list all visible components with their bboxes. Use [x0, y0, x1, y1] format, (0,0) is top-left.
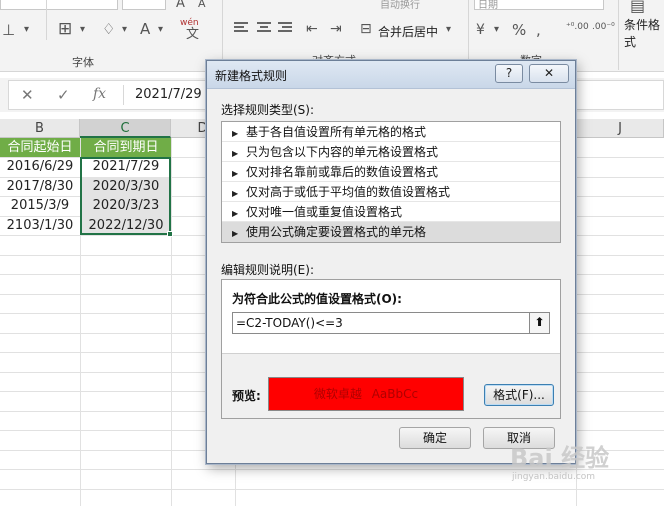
column-header-j[interactable]: J [576, 119, 664, 138]
format-button[interactable]: 格式(F)... [484, 384, 554, 406]
percent-icon[interactable]: % [512, 20, 526, 40]
preview-text-en: AaBbCc [371, 387, 419, 401]
align-center-icon[interactable] [256, 22, 272, 36]
number-format-value: 日期 [478, 0, 498, 11]
rule-type-text: 仅对排名靠前或靠后的数值设置格式 [246, 165, 439, 179]
edit-rule-panel: 为符合此公式的值设置格式(O): =C2-TODAY()<=3 ⬆ 预览: 微软… [221, 279, 561, 419]
watermark-logo: Bai 经验 [510, 444, 610, 472]
ok-button[interactable]: 确定 [399, 427, 471, 449]
rule-type-text: 基于各自值设置所有单元格的格式 [246, 125, 427, 139]
preview-text-cn: 微软卓越 [313, 387, 362, 401]
comma-icon[interactable]: , [536, 20, 541, 40]
edit-description-label: 编辑规则说明(E): [221, 263, 314, 277]
conditional-format-button[interactable]: 条件格式 [624, 16, 664, 50]
border-icon[interactable]: ⊞ [58, 19, 72, 39]
cell-start-date[interactable]: 2016/6/29 [0, 157, 80, 177]
rule-formula-input[interactable]: =C2-TODAY()<=3 ⬆ [232, 312, 550, 334]
format-preview: 微软卓越 AaBbCc [268, 377, 464, 411]
font-color-icon[interactable]: A [140, 19, 150, 39]
cell-end-date[interactable]: 2020/3/30 [81, 177, 171, 197]
rule-type-text: 仅对唯一值或重复值设置格式 [246, 205, 403, 219]
cell-end-date[interactable]: 2021/7/29 [81, 157, 171, 177]
shrink-font-icon[interactable]: A [198, 0, 206, 14]
column-header-c[interactable]: C [80, 119, 171, 138]
arrow-right-icon: ▶ [232, 149, 239, 158]
rule-type-list[interactable]: ▶ 基于各自值设置所有单元格的格式 ▶ 只为包含以下内容的单元格设置格式 ▶ 仅对排名… [221, 121, 561, 243]
currency-icon[interactable]: ¥ [476, 20, 485, 40]
merge-icon[interactable]: ⊟ [360, 19, 372, 39]
dialog-title: 新建格式规则 [215, 69, 288, 83]
decrease-indent-icon[interactable]: ⇤ [306, 19, 318, 39]
header-cell-end-date[interactable]: 合同到期日 [81, 138, 171, 157]
underline-dropdown-icon[interactable]: ▾ [24, 20, 29, 40]
increase-indent-icon[interactable]: ⇥ [330, 19, 342, 39]
increase-decimal-icon[interactable]: ⁺⁰.00 [566, 22, 589, 32]
currency-dropdown-icon[interactable]: ▾ [494, 20, 499, 40]
rule-type-text: 使用公式确定要设置格式的单元格 [246, 225, 427, 239]
font-name-dropdown[interactable] [0, 0, 118, 10]
rule-type-item[interactable]: ▶ 基于各自值设置所有单元格的格式 [222, 122, 560, 142]
header-cell-start-date[interactable]: 合同起始日 [0, 138, 80, 157]
close-button[interactable]: ✕ [529, 64, 569, 83]
rule-type-text: 只为包含以下内容的单元格设置格式 [246, 145, 439, 159]
dialog-titlebar[interactable]: 新建格式规则 ? ✕ [207, 61, 575, 89]
rule-type-item[interactable]: ▶ 仅对高于或低于平均值的数值设置格式 [222, 182, 560, 202]
watermark-url: jingyan.baidu.com [512, 472, 596, 482]
column-header-b[interactable]: B [0, 119, 80, 138]
merge-dropdown-icon[interactable]: ▾ [446, 20, 451, 40]
border-dropdown-icon[interactable]: ▾ [80, 20, 85, 40]
align-right-icon[interactable] [278, 22, 294, 36]
rule-type-label: 选择规则类型(S): [221, 103, 315, 117]
rule-type-text: 仅对高于或低于平均值的数值设置格式 [246, 185, 451, 199]
cell-start-date[interactable]: 2103/1/30 [0, 216, 80, 236]
phonetic-char-icon: 文 [186, 27, 200, 42]
fill-color-icon[interactable]: ♢ [102, 19, 115, 39]
arrow-right-icon: ▶ [232, 209, 239, 218]
preview-label: 预览: [232, 389, 261, 403]
arrow-right-icon: ▶ [232, 229, 239, 238]
cell-end-date[interactable]: 2022/12/30 [81, 216, 171, 236]
arrow-right-icon: ▶ [232, 129, 239, 138]
arrow-right-icon: ▶ [232, 169, 239, 178]
formula-prompt: 为符合此公式的值设置格式(O): [232, 292, 402, 306]
cell-start-date[interactable]: 2017/8/30 [0, 177, 80, 197]
rule-type-item-selected[interactable]: ▶ 使用公式确定要设置格式的单元格 [222, 222, 560, 242]
cancel-icon[interactable]: ✕ [21, 86, 34, 104]
collapse-dialog-icon[interactable]: ⬆ [529, 313, 549, 333]
arrow-right-icon: ▶ [232, 189, 239, 198]
help-button[interactable]: ? [495, 64, 523, 83]
grow-font-icon[interactable]: A [176, 0, 185, 14]
conditional-format-icon[interactable]: ▤ [630, 0, 645, 16]
enter-icon[interactable]: ✓ [57, 86, 70, 104]
formula-section: 为符合此公式的值设置格式(O): =C2-TODAY()<=3 ⬆ [222, 280, 560, 354]
cell-start-date[interactable]: 2015/3/9 [0, 196, 80, 216]
merge-center-button[interactable]: 合并后居中 [378, 23, 438, 40]
fx-icon[interactable]: fx [93, 86, 106, 102]
rule-type-item[interactable]: ▶ 仅对排名靠前或靠后的数值设置格式 [222, 162, 560, 182]
underline-icon[interactable]: ⊥ [2, 20, 15, 40]
cell-end-date[interactable]: 2020/3/23 [81, 196, 171, 216]
rule-type-item[interactable]: ▶ 只为包含以下内容的单元格设置格式 [222, 142, 560, 162]
decrease-decimal-icon[interactable]: .00⁻⁰ [592, 22, 615, 32]
fill-dropdown-icon[interactable]: ▾ [122, 20, 127, 40]
rule-type-item[interactable]: ▶ 仅对唯一值或重复值设置格式 [222, 202, 560, 222]
align-left-icon[interactable] [234, 22, 250, 36]
formula-input[interactable]: 2021/7/29 [135, 87, 202, 102]
new-format-rule-dialog: 新建格式规则 ? ✕ 选择规则类型(S): ▶ 基于各自值设置所有单元格的格式 ▶… [206, 60, 576, 464]
font-group-label: 字体 [72, 56, 94, 69]
font-color-dropdown-icon[interactable]: ▾ [158, 20, 163, 40]
wrap-text-label[interactable]: 自动换行 [380, 0, 420, 11]
rule-formula-text: =C2-TODAY()<=3 [236, 316, 343, 330]
font-size-dropdown[interactable] [122, 0, 166, 10]
